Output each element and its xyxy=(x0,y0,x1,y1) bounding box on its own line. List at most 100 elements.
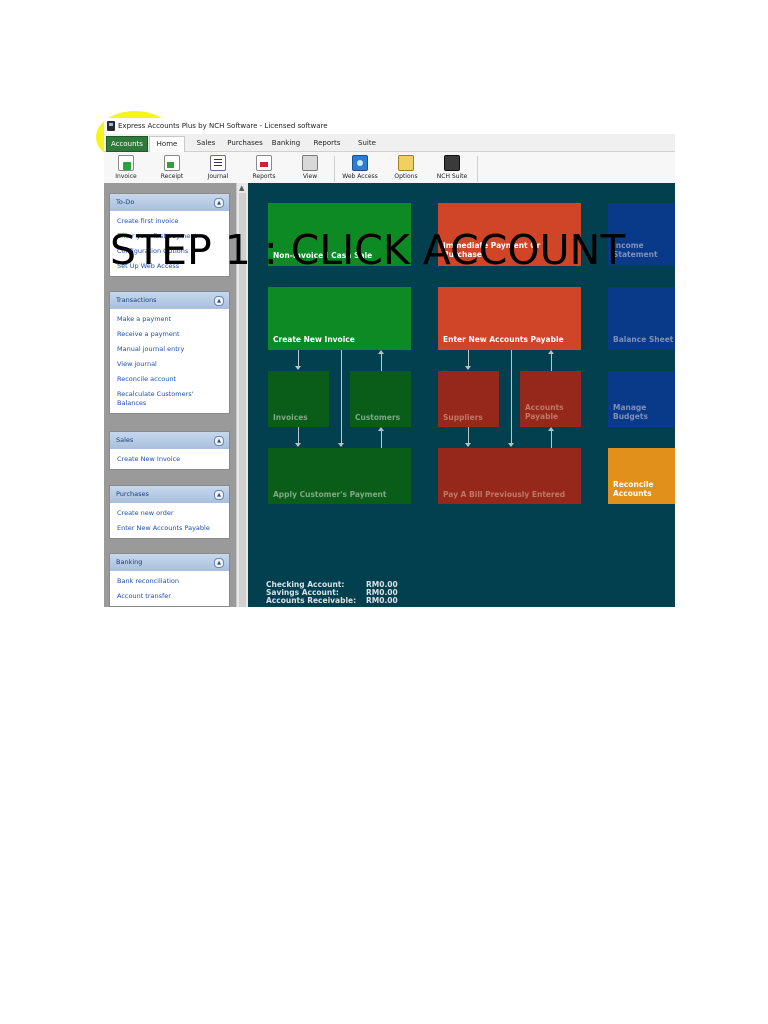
transactions-panel-header[interactable]: Transactions ▲ xyxy=(110,292,229,309)
tile-balance-sheet[interactable]: Balance Sheet xyxy=(608,287,675,350)
link-manual-journal[interactable]: Manual journal entry xyxy=(110,342,229,357)
flow-connector xyxy=(551,431,552,448)
tab-suite[interactable]: Suite xyxy=(353,136,381,150)
journal-button[interactable]: Journal xyxy=(198,154,238,183)
link-receive-payment[interactable]: Receive a payment xyxy=(110,327,229,342)
banking-panel-title: Banking xyxy=(116,558,143,566)
tab-accounts[interactable]: Accounts xyxy=(106,136,148,152)
tab-reports[interactable]: Reports xyxy=(310,136,344,150)
flow-connector xyxy=(298,350,299,367)
banking-panel: Banking ▲ Bank reconciliation Account tra… xyxy=(109,553,230,607)
arrow-up-icon xyxy=(378,427,384,431)
link-create-new-order[interactable]: Create new order xyxy=(110,506,229,521)
link-account-transfer[interactable]: Account transfer xyxy=(110,589,229,604)
link-make-payment[interactable]: Make a payment xyxy=(110,312,229,327)
tile-manage-budgets[interactable]: Manage Budgets xyxy=(608,371,675,427)
app-window: Express Accounts Plus by NCH Software - … xyxy=(104,118,675,607)
ribbon-tab-bar: Accounts Home Sales Purchases Banking Re… xyxy=(104,134,675,152)
arrow-up-icon xyxy=(548,350,554,354)
sales-panel-title: Sales xyxy=(116,436,134,444)
todo-panel-title: To-Do xyxy=(116,198,135,206)
tile-label: Invoices xyxy=(273,413,308,422)
sales-panel-header[interactable]: Sales ▲ xyxy=(110,432,229,449)
toolbar-separator xyxy=(334,156,335,182)
tab-purchases[interactable]: Purchases xyxy=(226,136,264,150)
web-access-button[interactable]: Web Access xyxy=(340,154,380,183)
link-reconcile-account[interactable]: Reconcile account xyxy=(110,372,229,387)
arrow-down-icon xyxy=(465,443,471,447)
tile-label: Balance Sheet xyxy=(613,335,674,344)
options-label: Options xyxy=(394,173,418,180)
tab-sales[interactable]: Sales xyxy=(193,136,219,150)
link-create-new-invoice[interactable]: Create New Invoice xyxy=(110,452,229,467)
tile-enter-accounts-payable[interactable]: Enter New Accounts Payable xyxy=(438,287,581,350)
tab-banking[interactable]: Banking xyxy=(270,136,302,150)
balance-row-receivable: Accounts Receivable: RM0.00 xyxy=(266,596,398,605)
account-balances: Checking Account: RM0.00 Savings Account… xyxy=(266,581,398,605)
tile-label: Enter New Accounts Payable xyxy=(443,335,564,344)
tab-home[interactable]: Home xyxy=(149,136,185,152)
banking-panel-header[interactable]: Banking ▲ xyxy=(110,554,229,571)
tile-invoices[interactable]: Invoices xyxy=(268,371,329,427)
nch-suite-button[interactable]: NCH Suite xyxy=(432,154,472,183)
tile-label: Manage Budgets xyxy=(613,403,648,421)
invoice-button[interactable]: Invoice xyxy=(106,154,146,183)
window-title: Express Accounts Plus by NCH Software - … xyxy=(118,122,328,130)
tile-label: Pay A Bill Previously Entered xyxy=(443,490,566,499)
tile-label: Create New Invoice xyxy=(273,335,355,344)
tile-apply-customer-payment[interactable]: Apply Customer's Payment xyxy=(268,448,411,504)
reports-icon xyxy=(256,155,272,171)
toolbar: Invoice Receipt Journal Reports View Web… xyxy=(104,152,675,184)
todo-panel-header[interactable]: To-Do ▲ xyxy=(110,194,229,211)
web-access-label: Web Access xyxy=(342,173,378,180)
flow-connector xyxy=(551,354,552,371)
tile-customers[interactable]: Customers xyxy=(350,371,411,427)
nch-suite-label: NCH Suite xyxy=(436,173,468,180)
scroll-up-icon[interactable]: ▲ xyxy=(239,184,244,192)
invoice-label: Invoice xyxy=(115,173,137,180)
web-access-icon xyxy=(352,155,368,171)
tile-pay-a-bill[interactable]: Pay A Bill Previously Entered xyxy=(438,448,581,504)
toolbar-separator xyxy=(477,156,478,182)
arrow-down-icon xyxy=(295,443,301,447)
receipt-button[interactable]: Receipt xyxy=(152,154,192,183)
flow-connector xyxy=(298,427,299,444)
options-icon xyxy=(398,155,414,171)
link-view-journal[interactable]: View journal xyxy=(110,357,229,372)
link-enter-accounts-payable[interactable]: Enter New Accounts Payable xyxy=(110,521,229,536)
nch-suite-icon xyxy=(444,155,460,171)
flow-connector xyxy=(468,350,469,367)
reports-button[interactable]: Reports xyxy=(244,154,284,183)
tile-label: Apply Customer's Payment xyxy=(273,490,387,499)
tile-reconcile-accounts[interactable]: Reconcile Accounts xyxy=(608,448,675,504)
invoice-icon xyxy=(118,155,134,171)
tile-label: Suppliers xyxy=(443,413,483,422)
link-recalculate-balances[interactable]: Recalculate Customers' Balances xyxy=(110,387,207,411)
journal-icon xyxy=(210,155,226,171)
tile-suppliers[interactable]: Suppliers xyxy=(438,371,499,427)
flow-connector xyxy=(381,431,382,448)
collapse-icon[interactable]: ▲ xyxy=(214,558,224,568)
view-icon xyxy=(302,155,318,171)
link-bank-reconciliation[interactable]: Bank reconciliation xyxy=(110,574,229,589)
tile-create-new-invoice[interactable]: Create New Invoice xyxy=(268,287,411,350)
tile-accounts-payable[interactable]: Accounts Payable xyxy=(520,371,581,427)
view-button[interactable]: View xyxy=(290,154,330,183)
calculator-icon xyxy=(107,121,115,131)
options-button[interactable]: Options xyxy=(386,154,426,183)
balance-value: RM0.00 xyxy=(366,596,398,605)
sales-panel: Sales ▲ Create New Invoice xyxy=(109,431,230,470)
collapse-icon[interactable]: ▲ xyxy=(214,490,224,500)
collapse-icon[interactable]: ▲ xyxy=(214,198,224,208)
arrow-down-icon xyxy=(338,443,344,447)
collapse-icon[interactable]: ▲ xyxy=(214,436,224,446)
arrow-down-icon xyxy=(295,366,301,370)
collapse-icon[interactable]: ▲ xyxy=(214,296,224,306)
balance-label: Accounts Receivable: xyxy=(266,596,357,605)
receipt-icon xyxy=(164,155,180,171)
flow-connector xyxy=(511,350,512,444)
purchases-panel-title: Purchases xyxy=(116,490,149,498)
tile-label: Customers xyxy=(355,413,401,422)
purchases-panel-header[interactable]: Purchases ▲ xyxy=(110,486,229,503)
title-bar: Express Accounts Plus by NCH Software - … xyxy=(104,118,675,134)
